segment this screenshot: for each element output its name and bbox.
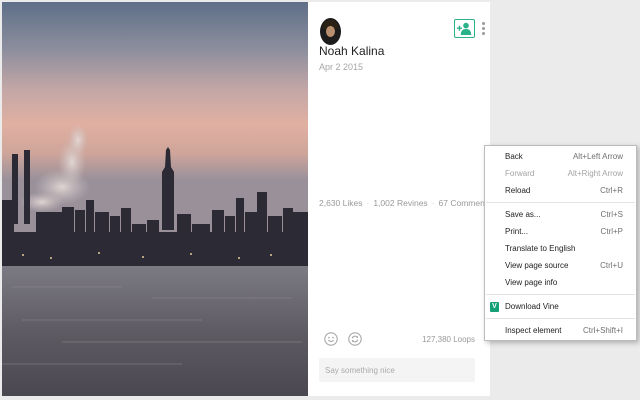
stats-separator: ·	[431, 198, 435, 208]
menu-item-page-info[interactable]: View page info	[485, 276, 636, 290]
menu-item-forward[interactable]: Forward Alt+Right Arrow	[485, 167, 636, 181]
follow-button[interactable]	[454, 19, 475, 38]
menu-item-label: Download Vine	[505, 302, 559, 311]
post-date: Apr 2 2015	[319, 62, 364, 72]
kebab-dot	[481, 32, 485, 35]
menu-item-back[interactable]: Back Alt+Left Arrow	[485, 150, 636, 164]
avatar[interactable]	[320, 18, 341, 45]
browser-context-menu: Back Alt+Left Arrow Forward Alt+Right Ar…	[484, 145, 637, 341]
menu-item-label: View page info	[505, 278, 558, 287]
stats-separator: ·	[366, 198, 370, 208]
menu-item-shortcut: Ctrl+R	[600, 186, 623, 195]
menu-item-label: Translate to English	[505, 244, 576, 253]
menu-item-shortcut: Ctrl+U	[600, 261, 623, 270]
menu-item-label: Print...	[505, 227, 529, 236]
add-person-icon	[457, 22, 472, 35]
username-link[interactable]: Noah Kalina	[319, 44, 384, 58]
menu-item-print[interactable]: Print... Ctrl+P	[485, 225, 636, 239]
menu-item-shortcut: Ctrl+Shift+I	[582, 326, 623, 335]
menu-item-view-source[interactable]: View page source Ctrl+U	[485, 259, 636, 273]
menu-item-inspect[interactable]: Inspect element Ctrl+Shift+I	[485, 324, 636, 338]
vine-video-thumbnail[interactable]	[2, 2, 308, 396]
revine-icon[interactable]	[348, 332, 362, 346]
kebab-dot	[481, 27, 485, 30]
menu-item-label: Forward	[505, 169, 535, 178]
post-stats: 2,630 Likes · 1,002 Revines · 67 Comments	[319, 198, 491, 208]
menu-item-label: View page source	[505, 261, 569, 270]
kebab-dot	[481, 22, 485, 25]
menu-separator	[486, 294, 635, 295]
menu-separator	[486, 202, 635, 203]
menu-item-label: Inspect element	[505, 326, 562, 335]
menu-item-download-vine[interactable]: V Download Vine	[485, 300, 636, 314]
skyline-sunset-image	[2, 2, 308, 396]
menu-item-shortcut: Ctrl+S	[600, 210, 623, 219]
menu-item-label: Save as...	[505, 210, 541, 219]
comment-input[interactable]	[319, 358, 475, 382]
post-info-panel: Noah Kalina Apr 2 2015 2,630 Likes · 1,002…	[308, 2, 491, 396]
menu-item-save-as[interactable]: Save as... Ctrl+S	[485, 208, 636, 222]
smiley-icon[interactable]	[324, 332, 338, 346]
likes-count[interactable]: 2,630 Likes	[319, 198, 362, 208]
menu-item-translate[interactable]: Translate to English	[485, 242, 636, 256]
menu-item-shortcut: Alt+Right Arrow	[567, 169, 623, 178]
menu-item-label: Reload	[505, 186, 531, 195]
menu-item-shortcut: Alt+Left Arrow	[572, 152, 623, 161]
menu-item-reload[interactable]: Reload Ctrl+R	[485, 184, 636, 198]
menu-separator	[486, 318, 635, 319]
menu-item-label: Back	[505, 152, 523, 161]
kebab-menu-icon[interactable]	[480, 22, 486, 38]
revines-count[interactable]: 1,002 Revines	[373, 198, 427, 208]
loops-count: 127,380 Loops	[422, 335, 475, 344]
menu-item-shortcut: Ctrl+P	[600, 227, 623, 236]
vine-icon: V	[490, 302, 499, 312]
avatar-face	[326, 26, 335, 37]
